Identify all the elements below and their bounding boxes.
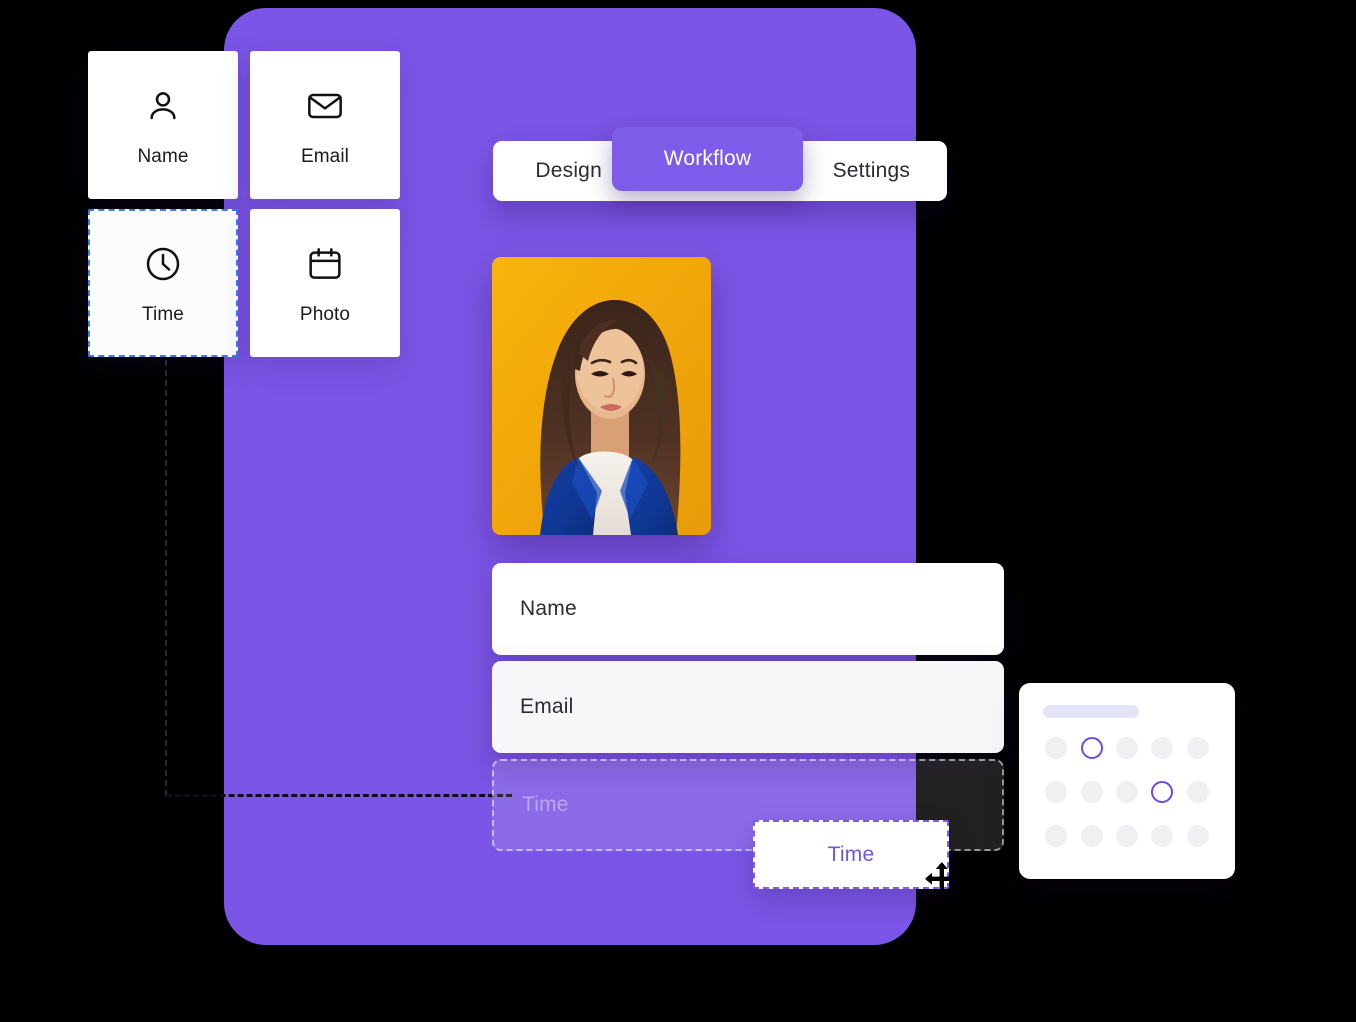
palette-card-time[interactable]: Time [88, 209, 238, 357]
move-cursor [925, 862, 959, 896]
field-name[interactable]: Name [492, 563, 1004, 655]
screenshot-root: Name Email Time Photo Design Settings Wo… [0, 0, 1356, 1022]
picker-dot[interactable] [1115, 825, 1138, 847]
picker-dot[interactable] [1151, 737, 1174, 759]
connector-line-vertical [165, 360, 167, 796]
picker-dot[interactable] [1045, 781, 1068, 803]
tab-settings[interactable]: Settings [796, 159, 947, 183]
picker-dot[interactable] [1045, 825, 1068, 847]
preview-photo [492, 257, 711, 535]
picker-dot-selected[interactable] [1151, 781, 1174, 803]
picker-dot[interactable] [1045, 737, 1068, 759]
palette-card-email[interactable]: Email [250, 51, 400, 199]
palette-card-label: Name [137, 145, 189, 167]
picker-dot[interactable] [1151, 825, 1174, 847]
palette-card-name[interactable]: Name [88, 51, 238, 199]
picker-dot[interactable] [1080, 825, 1103, 847]
picker-dot[interactable] [1115, 781, 1138, 803]
palette-card-label: Time [142, 303, 184, 325]
palette-card-photo[interactable]: Photo [250, 209, 400, 357]
picker-dot[interactable] [1186, 825, 1209, 847]
picker-dot[interactable] [1080, 781, 1103, 803]
picker-dot[interactable] [1115, 737, 1138, 759]
field-email[interactable]: Email [492, 661, 1004, 753]
envelope-icon [302, 83, 348, 129]
picker-dot[interactable] [1186, 737, 1209, 759]
field-label: Name [520, 597, 577, 620]
time-picker-panel[interactable] [1019, 683, 1235, 879]
clock-icon [140, 241, 186, 287]
user-icon [140, 83, 186, 129]
picker-dot[interactable] [1186, 781, 1209, 803]
field-label: Time [522, 793, 569, 816]
palette-card-label: Email [300, 145, 349, 167]
tab-workflow[interactable]: Workflow [612, 127, 803, 191]
palette-card-label: Photo [299, 303, 351, 325]
picker-dot-grid [1043, 737, 1211, 847]
dragged-time-chip[interactable]: Time [753, 820, 949, 889]
picker-dot-selected[interactable] [1080, 737, 1103, 759]
connector-line-horizontal [166, 794, 512, 797]
picker-header-bar [1043, 705, 1139, 718]
field-label: Email [520, 695, 574, 718]
component-palette: Name Email Time Photo [88, 51, 400, 357]
calendar-icon [302, 241, 348, 287]
